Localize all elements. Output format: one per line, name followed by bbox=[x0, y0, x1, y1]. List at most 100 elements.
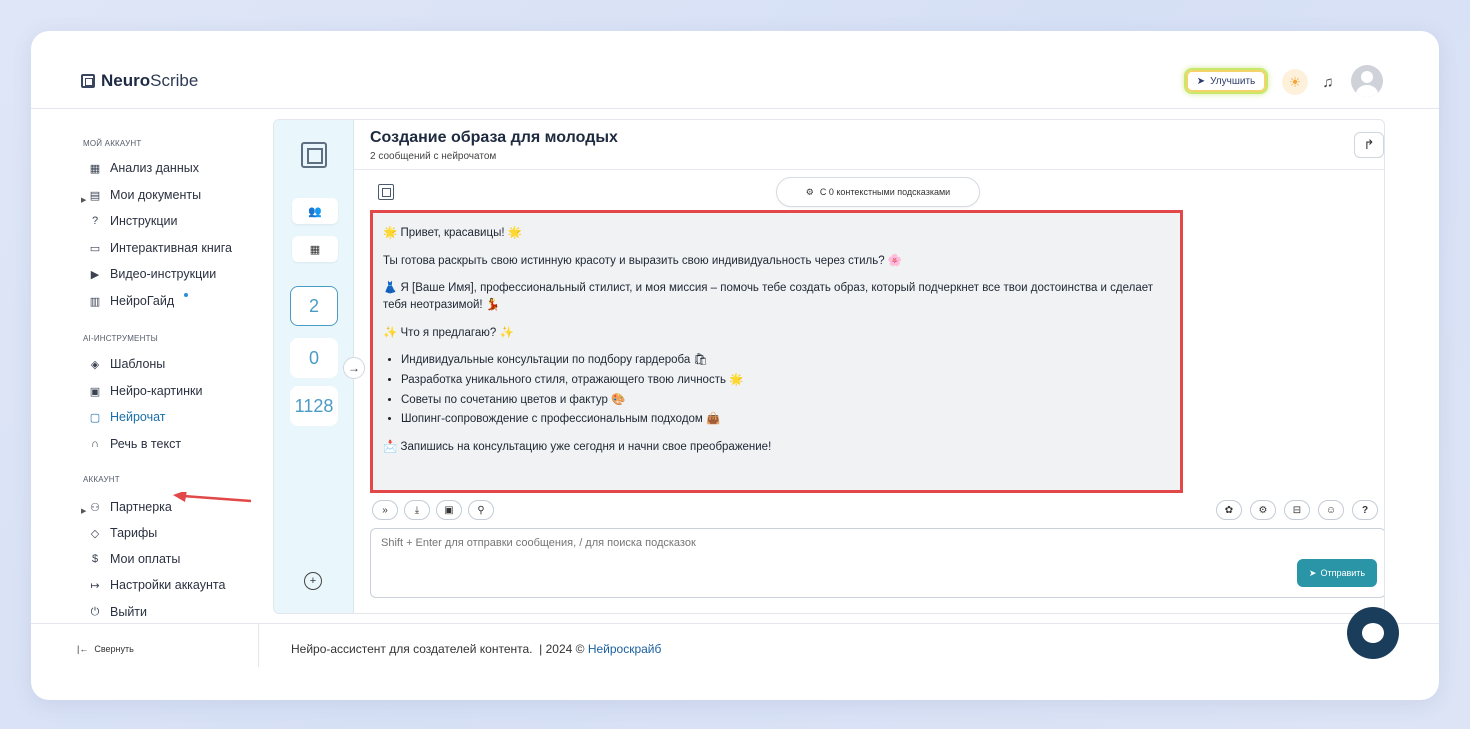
collapse-down-icon[interactable]: » bbox=[372, 500, 398, 520]
sidebar-item-label: Нейрочат bbox=[110, 410, 166, 424]
logo-bold: Neuro bbox=[101, 71, 151, 90]
image-icon[interactable]: ▣ bbox=[436, 500, 462, 520]
footer-text-wrap: Нейро-ассистент для создателей контента.… bbox=[291, 642, 661, 656]
download-icon[interactable]: ⤓ bbox=[404, 500, 430, 520]
sidebar: МОЙ АККАУНТ ▶ AI-ИНСТРУМЕНТЫ АККАУНТ ▶ ▦… bbox=[31, 109, 259, 623]
sidebar-item-label: Нейро-картинки bbox=[110, 384, 203, 398]
magic-wand-icon[interactable]: ⚲ bbox=[468, 500, 494, 520]
sidebar-item-label: Мои оплаты bbox=[110, 552, 181, 566]
divider bbox=[354, 169, 1384, 170]
rail-count[interactable]: 1128 bbox=[290, 386, 338, 426]
sidebar-item[interactable]: ⚇ Партнерка bbox=[88, 500, 172, 514]
collapse-button[interactable]: |← Свернуть bbox=[77, 644, 134, 654]
footer-link[interactable]: Нейроскрайб bbox=[588, 642, 662, 656]
assistant-message: 🌟 Привет, красавицы! 🌟 Ты готова раскрыт… bbox=[370, 210, 1183, 493]
login-icon: ↦ bbox=[90, 579, 100, 592]
users-icon: 👥 bbox=[308, 205, 322, 218]
help-icon[interactable]: ? bbox=[1352, 500, 1378, 520]
send-label: Отправить bbox=[1320, 568, 1366, 578]
robot-icon[interactable]: ☺ bbox=[1318, 500, 1344, 520]
sidebar-item-label: Настройки аккаунта bbox=[110, 578, 226, 592]
sidebar-item[interactable]: ⏻ Выйти bbox=[88, 605, 147, 619]
puzzle-icon[interactable]: ✿ bbox=[1216, 500, 1242, 520]
layout-icon[interactable]: ⊟ bbox=[1284, 500, 1310, 520]
sidebar-item-label: Мои документы bbox=[110, 188, 202, 202]
sidebar-item[interactable]: ▣ Нейро-картинки bbox=[88, 384, 203, 398]
new-badge-dot bbox=[184, 293, 189, 297]
sidebar-item[interactable]: ↦ Настройки аккаунта bbox=[88, 578, 225, 592]
logo-rest: Scribe bbox=[150, 71, 199, 90]
sidebar-item-label: Интерактивная книга bbox=[110, 241, 232, 255]
grid-icon: ▦ bbox=[89, 162, 101, 175]
share-button[interactable]: ↱ bbox=[1354, 132, 1384, 158]
app-logo[interactable]: NeuroScribe bbox=[81, 71, 198, 91]
collapse-icon: |← bbox=[77, 644, 89, 654]
assistant-avatar-icon bbox=[378, 184, 394, 200]
tag-icon: ◇ bbox=[90, 527, 100, 540]
document-icon: ▤ bbox=[89, 189, 101, 202]
sidebar-item-label: Анализ данных bbox=[110, 161, 199, 175]
sidebar-item[interactable]: ▢ Нейрочат bbox=[88, 410, 166, 424]
top-bar: NeuroScribe ➤ Улучшить ☀ ♫ bbox=[31, 31, 1439, 109]
message-paragraph: 📩 Запишись на консультацию уже сегодня и… bbox=[383, 441, 772, 454]
message-paragraph: Ты готова раскрыть свою истинную красоту… bbox=[383, 254, 903, 267]
message-input[interactable] bbox=[381, 537, 1261, 577]
list-item: Индивидуальные консультации по подбору г… bbox=[401, 352, 1170, 369]
list-item: Шопинг-сопровождение с профессиональным … bbox=[401, 411, 1170, 428]
sidebar-item-label: НейроГайд bbox=[110, 294, 175, 308]
help-icon: ? bbox=[91, 215, 99, 227]
rail-count-selected[interactable]: 2 bbox=[290, 286, 338, 326]
sun-icon[interactable]: ☀ bbox=[1282, 69, 1308, 95]
collapse-label: Свернуть bbox=[94, 644, 134, 654]
add-chat-button[interactable]: + bbox=[304, 572, 322, 590]
context-hints-pill[interactable]: ⚙ С 0 контекстными подсказками bbox=[776, 177, 980, 207]
sidebar-item-label: Шаблоны bbox=[110, 357, 166, 371]
sidebar-item-label: Речь в текст bbox=[110, 437, 182, 451]
tool-row: » ⤓ ▣ ⚲ ✿ ⚙ ⊟ ☺ ? bbox=[370, 500, 1384, 522]
sidebar-item[interactable]: ▶ Видео-инструкции bbox=[88, 267, 216, 281]
chat-icon: ▢ bbox=[89, 411, 101, 424]
sidebar-item[interactable]: ∩ Речь в текст bbox=[88, 437, 181, 451]
book-icon: ▭ bbox=[89, 242, 101, 255]
message-paragraph: ✨ Что я предлагаю? ✨ bbox=[383, 326, 514, 339]
users-button[interactable]: 👥 bbox=[292, 198, 338, 224]
message-paragraph: 👗 Я [Ваше Имя], профессиональный стилист… bbox=[383, 282, 1154, 312]
section-account: АККАУНТ bbox=[83, 475, 120, 484]
list-item: Разработка уникального стиля, отражающег… bbox=[401, 372, 1170, 389]
hints-icon: ⚙ bbox=[805, 186, 814, 197]
app-window: NeuroScribe ➤ Улучшить ☀ ♫ МОЙ АККАУНТ ▶… bbox=[31, 31, 1439, 700]
rail-count[interactable]: 0 bbox=[290, 338, 338, 378]
sidebar-item[interactable]: ◈ Шаблоны bbox=[88, 357, 166, 371]
grid-icon: ▦ bbox=[309, 243, 321, 256]
sidebar-item[interactable]: ▥ НейроГайд bbox=[88, 293, 189, 308]
guide-icon: ▥ bbox=[89, 295, 101, 308]
support-chat-button[interactable] bbox=[1347, 607, 1399, 659]
chat-rail: 👥 ▦ 2 0 1128 + bbox=[274, 120, 354, 613]
expand-caret-icon[interactable]: ▶ bbox=[81, 196, 86, 204]
avatar[interactable] bbox=[1351, 65, 1383, 97]
sidebar-item-label: Выйти bbox=[110, 605, 148, 619]
sidebar-item[interactable]: $ Мои оплаты bbox=[88, 552, 180, 566]
message-paragraph: 🌟 Привет, красавицы! 🌟 bbox=[383, 227, 523, 239]
section-my-account: МОЙ АККАУНТ bbox=[83, 139, 142, 148]
expand-caret-icon[interactable]: ▶ bbox=[81, 507, 86, 515]
sidebar-item[interactable]: ▭ Интерактивная книга bbox=[88, 241, 232, 255]
upgrade-button[interactable]: ➤ Улучшить bbox=[1184, 68, 1268, 94]
sidebar-item-label: Тарифы bbox=[110, 526, 158, 540]
message-list: Индивидуальные консультации по подбору г… bbox=[401, 352, 1170, 428]
settings-icon[interactable]: ⚙ bbox=[1250, 500, 1276, 520]
sidebar-item[interactable]: ▤ Мои документы bbox=[88, 188, 201, 202]
rocket-icon: ➤ bbox=[1196, 75, 1206, 87]
send-icon: ➤ bbox=[1308, 567, 1317, 578]
sidebar-item[interactable]: ◇ Тарифы bbox=[88, 526, 157, 540]
sidebar-item[interactable]: ? Инструкции bbox=[88, 214, 178, 228]
annotation-arrow-icon bbox=[173, 492, 252, 503]
sidebar-item[interactable]: ▦ Анализ данных bbox=[88, 161, 199, 175]
sidebar-footer: |← Свернуть bbox=[31, 623, 259, 667]
send-button[interactable]: ➤ Отправить bbox=[1297, 559, 1377, 587]
arrow-right-icon[interactable]: → bbox=[343, 357, 365, 379]
grid-button[interactable]: ▦ bbox=[292, 236, 338, 262]
bell-icon[interactable]: ♫ bbox=[1317, 71, 1339, 93]
power-icon: ⏻ bbox=[90, 605, 100, 618]
share-icon: ↱ bbox=[1363, 137, 1375, 152]
